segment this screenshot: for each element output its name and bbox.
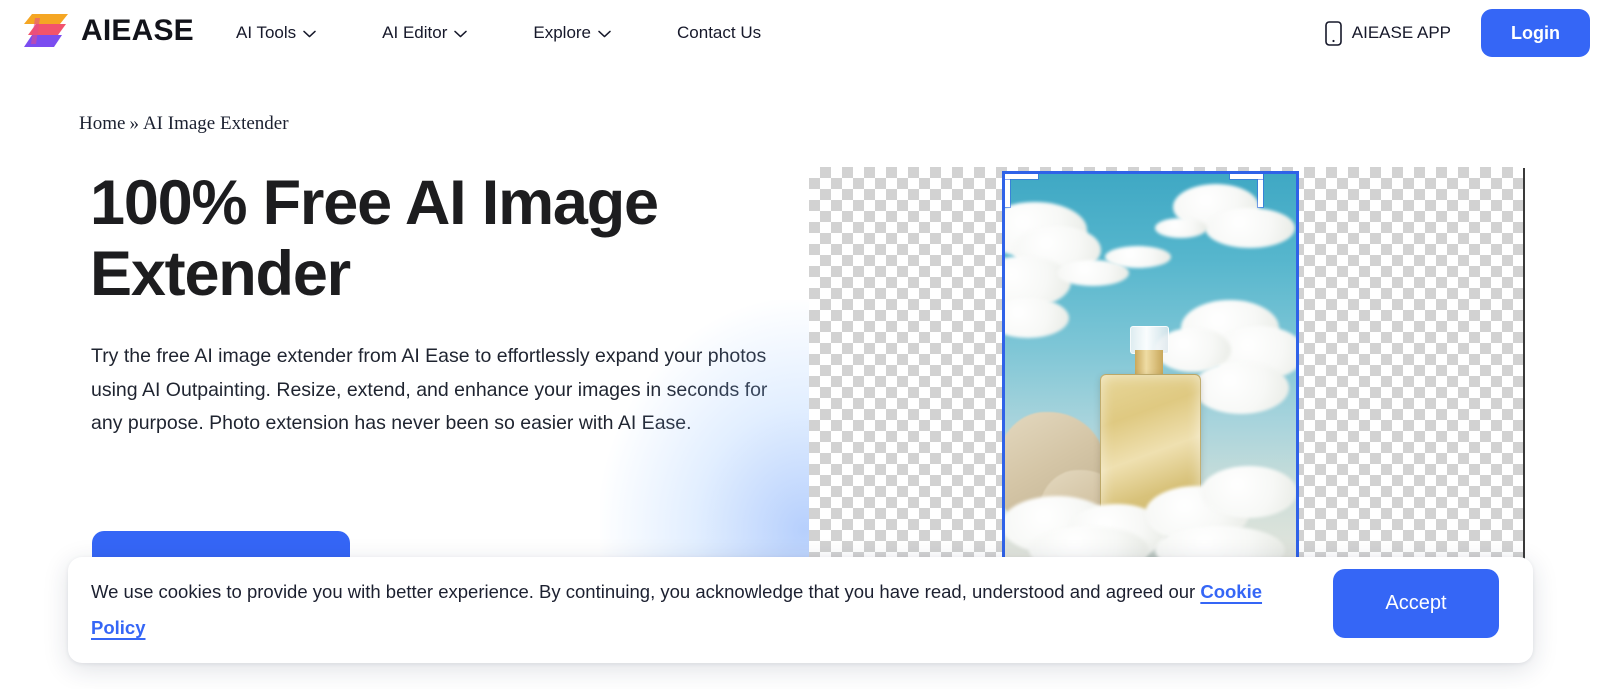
page-root: AIEASE AI Tools AI Editor Explore Contac… [0, 0, 1600, 689]
nav-item-explore[interactable]: Explore [533, 17, 611, 49]
login-button[interactable]: Login [1481, 9, 1590, 57]
nav-item-ai-tools[interactable]: AI Tools [236, 17, 316, 49]
chevron-down-icon [598, 30, 611, 38]
chevron-down-icon [454, 30, 468, 38]
nav-label: Explore [533, 23, 592, 42]
accept-cookies-button[interactable]: Accept [1333, 569, 1499, 638]
nav-item-contact-us[interactable]: Contact Us [677, 17, 761, 49]
app-link-label: AIEASE APP [1351, 23, 1452, 42]
nav-label: Contact Us [677, 23, 762, 42]
breadcrumb-home-link[interactable]: Home [79, 113, 125, 134]
header-actions: AIEASE APP Login [1324, 0, 1590, 66]
hero-description: Try the free AI image extender from AI E… [91, 345, 768, 435]
cookie-consent-banner: We use cookies to provide you with bette… [68, 557, 1533, 663]
breadcrumb-current: AI Image Extender [142, 113, 289, 134]
aiease-app-link[interactable]: AIEASE APP [1324, 20, 1452, 46]
breadcrumb-separator: » [129, 113, 139, 134]
site-header: AIEASE AI Tools AI Editor Explore Contac… [0, 0, 1600, 66]
breadcrumb: Home» AI Image Extender [79, 113, 289, 135]
main-navigation: AI Tools AI Editor Explore Contact Us [236, 0, 761, 66]
cookie-text-body: We use cookies to provide you with bette… [91, 581, 1201, 602]
cookie-banner-text: We use cookies to provide you with bette… [91, 574, 1321, 646]
mobile-phone-icon [1324, 20, 1342, 46]
logo[interactable]: AIEASE [22, 10, 194, 52]
nav-label: AI Tools [236, 23, 297, 42]
preview-photo [1005, 174, 1296, 559]
nav-label: AI Editor [382, 23, 448, 42]
canvas-right-edge [1523, 168, 1525, 562]
logo-text: AIEASE [81, 14, 194, 47]
chevron-down-icon [303, 30, 316, 38]
page-title: 100% Free AI Image Extender [90, 168, 659, 309]
aiease-logo-icon [24, 14, 68, 47]
nav-item-ai-editor[interactable]: AI Editor [382, 17, 468, 49]
selection-frame[interactable] [1002, 171, 1299, 562]
